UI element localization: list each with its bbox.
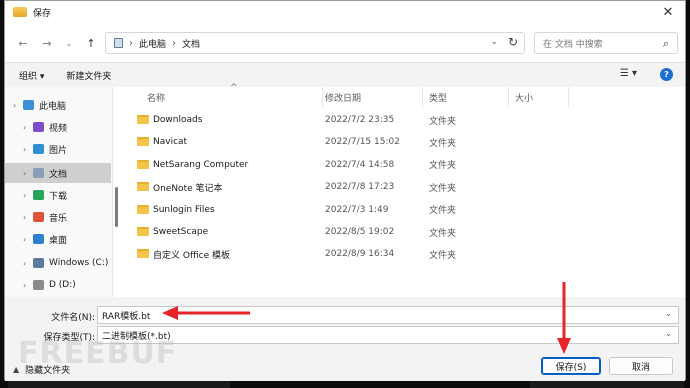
arrow-to-filename-icon [162,306,250,320]
arrow-to-save-icon [557,282,571,354]
annotation-arrows [162,282,571,354]
